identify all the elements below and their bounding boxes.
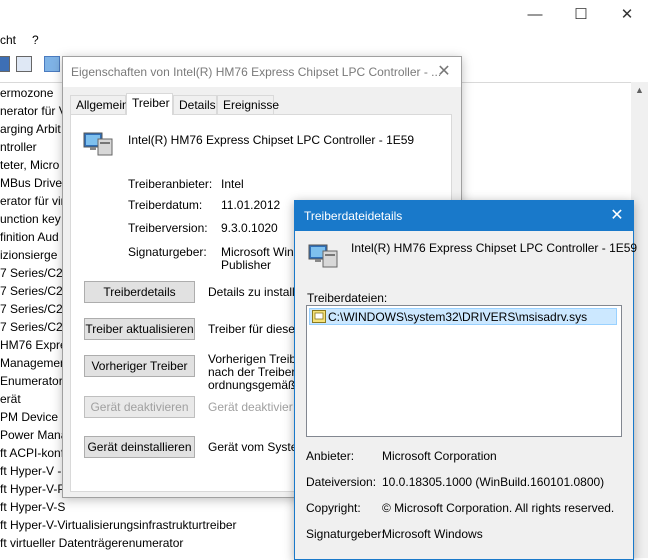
- info-label: Treiberversion:: [128, 221, 208, 235]
- tree-item[interactable]: ft ACPI-konf: [0, 446, 64, 460]
- tree-item[interactable]: erät: [0, 392, 21, 406]
- info-value: Microsoft Corporation: [382, 449, 497, 463]
- close-icon[interactable]: ✕: [604, 4, 648, 26]
- computer-device-icon: [83, 132, 113, 156]
- info-label: Signaturgeber:: [128, 245, 207, 259]
- tree-item[interactable]: finition Aud: [0, 230, 59, 244]
- driver-files-label: Treiberdateien:: [307, 291, 388, 305]
- device-name: Intel(R) HM76 Express Chipset LPC Contro…: [351, 241, 638, 255]
- tree-item[interactable]: arging Arbit: [0, 122, 61, 136]
- tree-item[interactable]: ft Hyper-V-S: [0, 500, 65, 514]
- driver-file-icon: [312, 310, 326, 323]
- info-value: 10.0.18305.1000 (WinBuild.160101.0800): [382, 475, 605, 489]
- driver-file-details-title: Treiberdateidetails: [304, 209, 403, 223]
- info-label: Treiberdatum:: [128, 198, 203, 212]
- properties-icon[interactable]: [16, 56, 32, 72]
- tree-item[interactable]: ntroller: [0, 140, 37, 154]
- maximize-icon[interactable]: ☐: [558, 4, 604, 26]
- button-description: Gerät deaktivier: [208, 401, 293, 414]
- driver-file-details-dialog: Treiberdateidetails ✕ Intel(R) HM76 Expr…: [294, 200, 638, 560]
- button-description: Vorherigen Treiber: [208, 353, 307, 366]
- info-label: Treiberanbieter:: [128, 177, 213, 191]
- driver-files-list[interactable]: C:\WINDOWS\system32\DRIVERS\msisadrv.sys: [306, 305, 622, 437]
- button-description: nach der Treiberal: [208, 366, 305, 379]
- info-label: Signaturgeber:: [306, 527, 385, 541]
- tree-item[interactable]: nerator für V: [0, 104, 67, 118]
- info-value: Microsoft Windows: [382, 527, 483, 541]
- tab-treiber[interactable]: Treiber: [126, 93, 173, 115]
- disable-device-button[interactable]: Gerät deaktivieren: [84, 396, 195, 418]
- info-value: 11.01.2012: [221, 198, 281, 212]
- device-name: Intel(R) HM76 Express Chipset LPC Contro…: [128, 133, 415, 147]
- scan-hardware-icon[interactable]: [44, 56, 60, 72]
- tree-item[interactable]: PM Device: [0, 410, 58, 424]
- tree-item[interactable]: ft Hyper-V -: [0, 464, 61, 478]
- tree-item[interactable]: teter, Micro: [0, 158, 59, 172]
- info-label: Anbieter:: [306, 449, 355, 463]
- properties-dialog-title: Eigenschaften von Intel(R) HM76 Express …: [71, 65, 442, 79]
- info-value: Intel: [221, 177, 244, 191]
- tree-item[interactable]: ft virtueller Datenträgerenumerator: [0, 536, 183, 550]
- tree-item[interactable]: Managemen: [0, 356, 67, 370]
- tree-item[interactable]: MBus Driver: [0, 176, 66, 190]
- update-driver-button[interactable]: Treiber aktualisieren: [84, 318, 195, 340]
- list-item[interactable]: C:\WINDOWS\system32\DRIVERS\msisadrv.sys: [309, 308, 617, 325]
- menubar: cht ?: [0, 30, 648, 50]
- driver-file-details-titlebar: Treiberdateidetails ✕: [295, 201, 633, 231]
- help-icon[interactable]: [0, 56, 10, 72]
- tree-item[interactable]: Power Mana: [0, 428, 67, 442]
- tab-ereignisse[interactable]: Ereignisse: [217, 95, 279, 114]
- close-icon[interactable]: ✕: [602, 205, 632, 227]
- tree-item[interactable]: izionsierge: [0, 248, 57, 262]
- scroll-up-icon[interactable]: ▲: [631, 82, 648, 99]
- tree-item[interactable]: Enumerator: [0, 374, 63, 388]
- menu-view[interactable]: cht: [0, 33, 16, 47]
- device-manager-titlebar: — ☐ ✕: [0, 0, 648, 30]
- driver-file-path: C:\WINDOWS\system32\DRIVERS\msisadrv.sys: [328, 310, 588, 324]
- properties-dialog-titlebar: Eigenschaften von Intel(R) HM76 Express …: [63, 57, 461, 87]
- minimize-icon[interactable]: —: [512, 4, 558, 26]
- tree-item[interactable]: ft Hyper-V-P: [0, 482, 65, 496]
- tab-details[interactable]: Details: [173, 95, 217, 114]
- tree-item[interactable]: unction key: [0, 212, 61, 226]
- tab-allgemein[interactable]: Allgemein: [70, 95, 129, 114]
- info-value: 9.3.0.1020: [221, 221, 278, 235]
- info-value-line2: Publisher: [221, 258, 272, 272]
- button-description: Gerät vom System: [208, 441, 308, 454]
- uninstall-device-button[interactable]: Gerät deinstallieren: [84, 436, 195, 458]
- menu-help[interactable]: ?: [32, 33, 39, 47]
- rollback-driver-button[interactable]: Vorheriger Treiber: [84, 355, 195, 377]
- close-icon[interactable]: ✕: [429, 61, 459, 83]
- computer-device-icon: [308, 244, 338, 268]
- tree-item[interactable]: ermozone: [0, 86, 53, 100]
- info-label: Copyright:: [306, 501, 361, 515]
- driver-details-button[interactable]: Treiberdetails: [84, 281, 195, 303]
- info-label: Dateiversion:: [306, 475, 377, 489]
- tree-item[interactable]: ft Hyper-V-Virtualisierungsinfrastruktur…: [0, 518, 237, 532]
- info-value: © Microsoft Corporation. All rights rese…: [382, 501, 615, 515]
